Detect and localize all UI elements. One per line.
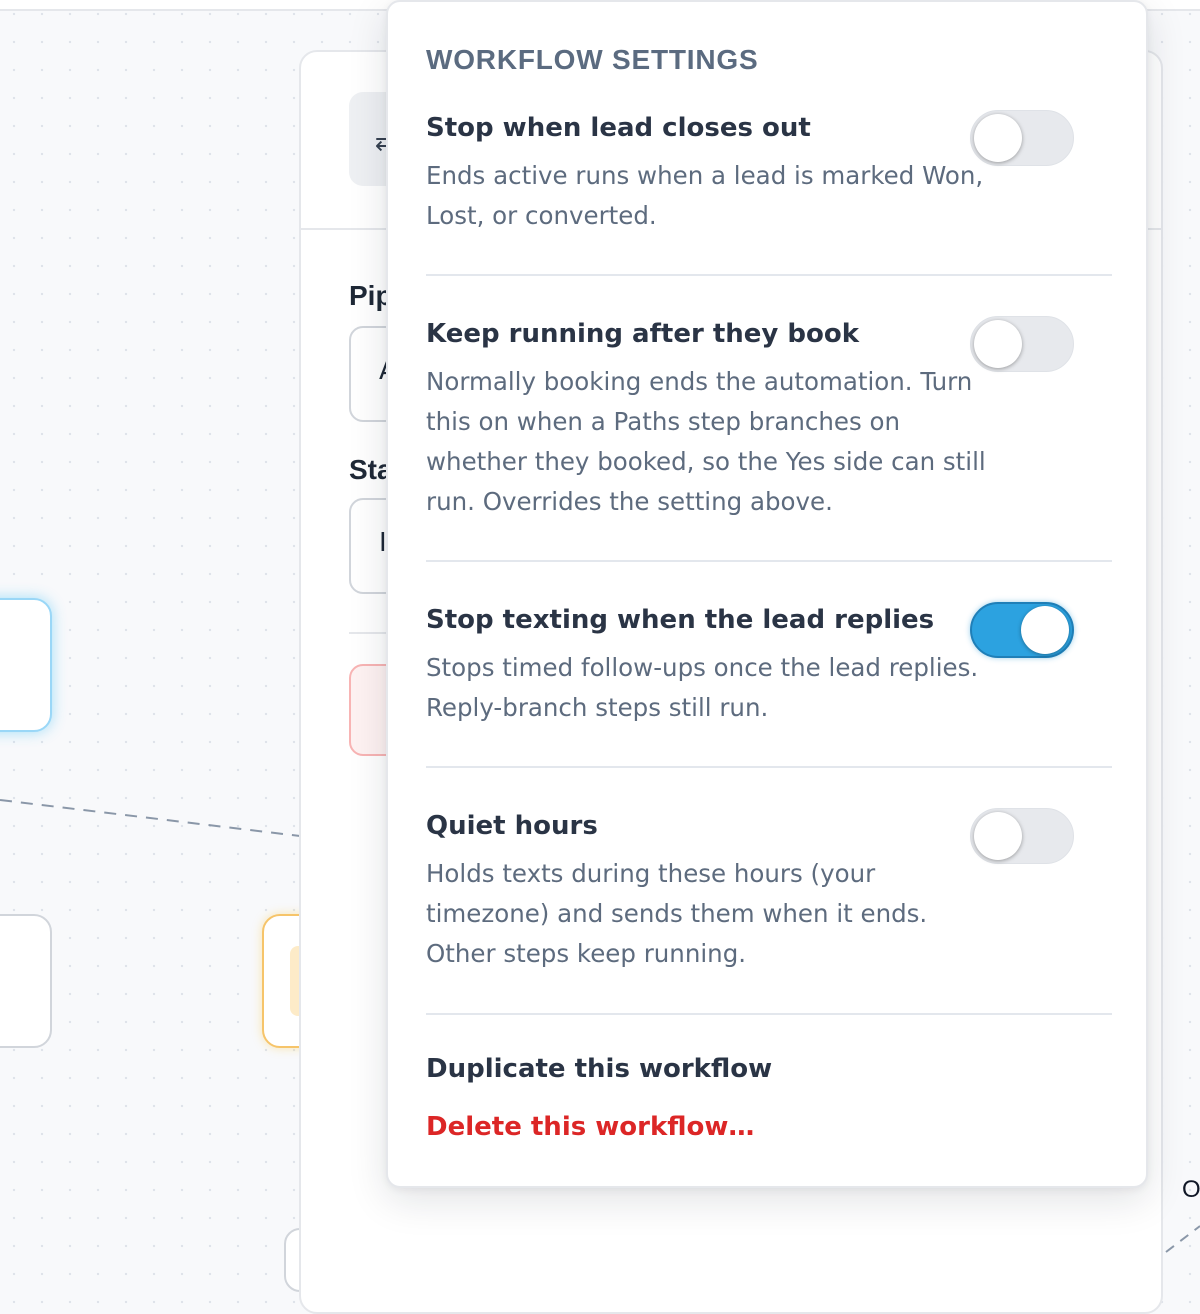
divider <box>426 766 1112 768</box>
divider <box>426 560 1112 562</box>
toggle-knob <box>1021 606 1069 654</box>
workflow-node[interactable] <box>0 914 52 1048</box>
toggle-knob <box>974 320 1022 368</box>
canvas-edge <box>1165 1225 1200 1253</box>
delete-workflow-button[interactable]: Delete this workflow… <box>426 1112 754 1142</box>
toggle-quiet-hours[interactable] <box>970 808 1074 864</box>
divider <box>426 1013 1112 1015</box>
popover-heading: WORKFLOW SETTINGS <box>426 44 759 75</box>
edge-label: O <box>1182 1176 1200 1203</box>
setting-description: Normally booking ends the automation. Tu… <box>426 367 986 516</box>
setting-description: Stops timed follow-ups once the lead rep… <box>426 653 979 722</box>
toggle-knob <box>974 812 1022 860</box>
workflow-node[interactable] <box>0 598 52 732</box>
divider <box>426 274 1112 276</box>
toggle-knob <box>974 114 1022 162</box>
toggle-stop-texting-on-reply[interactable] <box>970 602 1074 658</box>
toggle-stop-on-close[interactable] <box>970 110 1074 166</box>
setting-description: Holds texts during these hours (your tim… <box>426 859 928 968</box>
duplicate-workflow-button[interactable]: Duplicate this workflow <box>426 1054 772 1084</box>
canvas-edge <box>0 799 301 837</box>
toggle-keep-running-after-book[interactable] <box>970 316 1074 372</box>
workflow-settings-popover: WORKFLOW SETTINGS Stop when lead closes … <box>386 0 1148 1188</box>
setting-description: Ends active runs when a lead is marked W… <box>426 161 984 230</box>
